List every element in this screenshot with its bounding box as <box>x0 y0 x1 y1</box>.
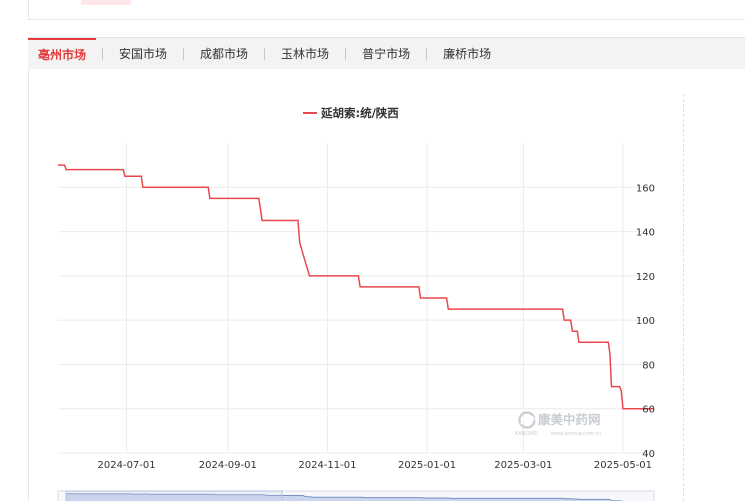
price-line-chart: 康美中药网 KANGMEI www.kmzyw.com.cn 2024-07-0… <box>57 106 655 501</box>
y-tick-label: 140 <box>636 228 655 239</box>
watermark-brand: KANGMEI <box>515 431 538 437</box>
data-zoom-slider[interactable] <box>57 490 655 501</box>
y-tick-label: 80 <box>642 360 655 371</box>
y-tick-label: 40 <box>642 449 655 460</box>
watermark-url: www.kmzyw.com.cn <box>551 431 601 437</box>
legend[interactable]: 延胡索:统/陕西 <box>303 106 399 120</box>
watermark-text: 康美中药网 <box>538 412 601 427</box>
x-tick-label: 2025-03-01 <box>494 460 552 471</box>
page: 亳州市场 安国市场 成都市场 玉林市场 普宁市场 廉桥市场 康美中药网 KANG… <box>0 0 745 501</box>
y-axis-ticks: 40 60 80 100 120 140 160 <box>636 183 655 460</box>
legend-label: 延胡索:统/陕西 <box>320 106 399 120</box>
y-tick-label: 60 <box>642 405 655 416</box>
y-tick-label: 100 <box>636 316 655 327</box>
series-line <box>58 164 654 410</box>
x-tick-label: 2025-01-01 <box>398 460 456 471</box>
vertical-grid <box>126 143 624 453</box>
data-zoom-window[interactable] <box>65 490 283 501</box>
x-tick-label: 2024-07-01 <box>98 460 156 471</box>
y-tick-label: 120 <box>636 272 655 283</box>
x-tick-label: 2024-09-01 <box>199 460 257 471</box>
watermark: 康美中药网 KANGMEI www.kmzyw.com.cn <box>515 411 601 437</box>
x-tick-label: 2025-05-01 <box>594 460 652 471</box>
kangmei-logo-icon <box>518 411 536 429</box>
x-tick-label: 2024-11-01 <box>298 460 356 471</box>
y-tick-label: 160 <box>636 183 655 194</box>
x-axis-ticks: 2024-07-01 2024-09-01 2024-11-01 2025-01-01… <box>98 460 653 471</box>
